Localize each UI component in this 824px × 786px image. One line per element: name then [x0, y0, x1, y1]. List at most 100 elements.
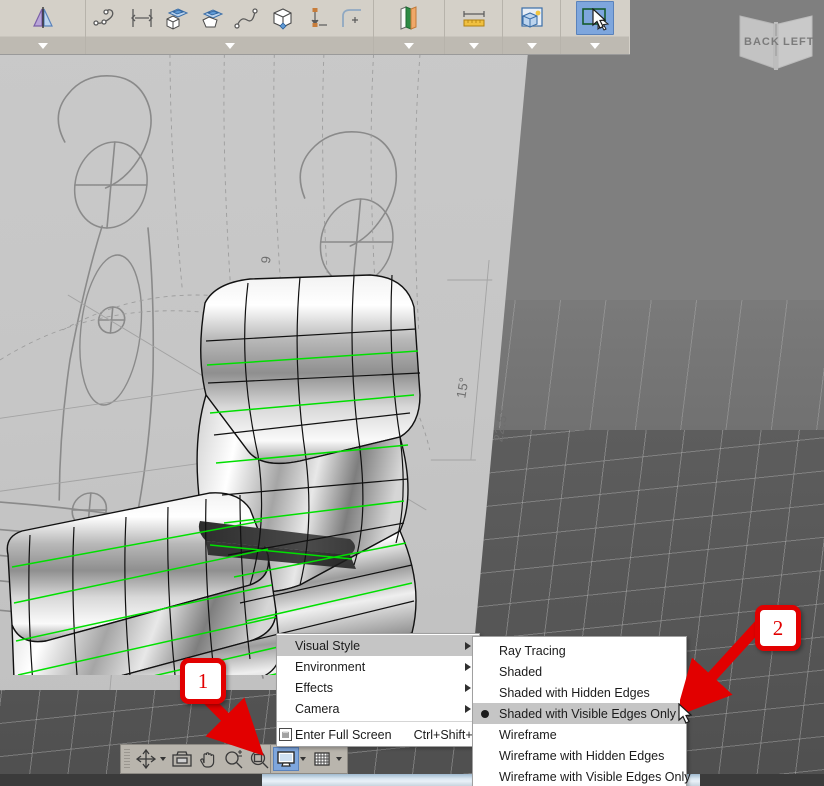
submenu-item-shaded-with-hidden-edges[interactable]: Shaded with Hidden Edges: [473, 682, 686, 703]
offset-icon: [303, 6, 331, 30]
chevron-down-icon[interactable]: [300, 757, 306, 761]
symmetry-flyout-arrow[interactable]: [0, 36, 85, 54]
measure-flyout-arrow[interactable]: [445, 36, 502, 54]
fillet-icon: [338, 6, 366, 30]
submenu-label: Ray Tracing: [499, 644, 566, 658]
zoom-button[interactable]: [221, 747, 247, 771]
chevron-down-icon[interactable]: [160, 757, 166, 761]
modeling-flyout-arrow[interactable]: [86, 36, 373, 54]
submenu-label: Wireframe: [499, 728, 557, 742]
submenu-item-ray-tracing[interactable]: Ray Tracing: [473, 640, 686, 661]
material-book-icon: [395, 5, 423, 31]
pan-button[interactable]: [195, 747, 221, 771]
submenu-arrow-icon: [465, 684, 471, 692]
dimension-tool-button[interactable]: [124, 1, 159, 35]
hand-icon: [198, 749, 218, 769]
submenu-label: Wireframe with Hidden Edges: [499, 749, 664, 763]
model-cantilever-chair[interactable]: [0, 255, 480, 675]
context-menu-label: Visual Style: [295, 639, 360, 653]
rotate-view-button[interactable]: [133, 747, 159, 771]
offset-tool-button[interactable]: [300, 1, 335, 35]
grid-button[interactable]: [309, 747, 335, 771]
menu-cursor-arrow: [678, 703, 694, 730]
fillet-tool-button[interactable]: [335, 1, 370, 35]
solid-point-tool-button[interactable]: [265, 1, 300, 35]
callout-1: 1: [180, 658, 226, 704]
context-menu-item-camera[interactable]: Camera: [277, 698, 479, 719]
solid-point-icon: [268, 6, 296, 30]
zoom-window-icon: [249, 749, 271, 769]
fullscreen-icon: ▤: [279, 728, 292, 741]
zoom-plus-minus-icon: [223, 749, 245, 769]
named-views-button[interactable]: [169, 747, 195, 771]
grid-icon: [312, 749, 332, 769]
viewcube-label-back: BACK: [744, 36, 780, 48]
material-tool-button[interactable]: [390, 1, 428, 35]
context-menu-shortcut: Ctrl+Shift+F: [392, 728, 481, 742]
sweep-tool-button[interactable]: [230, 1, 265, 35]
submenu-arrow-icon: [465, 705, 471, 713]
view-navigation-toolbar[interactable]: [120, 744, 277, 774]
dimension-icon: [128, 7, 156, 29]
toolbar-cursor-arrow: [592, 8, 608, 35]
submenu-label: Shaded with Hidden Edges: [499, 686, 650, 700]
context-menu-item-visual-style[interactable]: Visual Style: [277, 635, 479, 656]
chevron-down-icon: [225, 43, 235, 49]
render-icon: [517, 5, 547, 31]
viewcube-label-left: LEFT: [783, 36, 815, 48]
toolbar-group-render: [503, 0, 561, 54]
toolbar-group-symmetry: [0, 0, 86, 54]
symmetry-tool-button[interactable]: [24, 1, 62, 35]
sweep-icon: [233, 6, 261, 30]
chevron-down-icon[interactable]: [336, 757, 342, 761]
toolbar-group-materials: [374, 0, 445, 54]
submenu-arrow-icon: [465, 663, 471, 671]
submenu-item-shaded[interactable]: Shaded: [473, 661, 686, 682]
chevron-down-icon: [469, 43, 479, 49]
chevron-down-icon: [527, 43, 537, 49]
submenu-label: Shaded with Visible Edges Only: [499, 707, 676, 721]
context-menu-item-effects[interactable]: Effects: [277, 677, 479, 698]
context-menu-item-environment[interactable]: Environment: [277, 656, 479, 677]
viewport-bottom-edge: [0, 774, 824, 786]
boolean-union-icon: [163, 6, 191, 30]
monitor-icon: [275, 749, 297, 769]
submenu-item-wireframe-with-hidden-edges[interactable]: Wireframe with Hidden Edges: [473, 745, 686, 766]
context-menu-label: Effects: [295, 681, 333, 695]
display-toggle-toolbar[interactable]: [270, 744, 348, 774]
callout-2: 2: [755, 605, 801, 651]
main-toolbar[interactable]: [0, 0, 630, 55]
move-rotate-icon: [136, 749, 156, 769]
toolbar-group-measure: [445, 0, 503, 54]
callout-number: 1: [198, 669, 209, 694]
toolbar-group-modeling: [86, 0, 374, 54]
display-flyout-arrow[interactable]: [561, 36, 629, 54]
trim-tool-button[interactable]: [194, 1, 229, 35]
radio-selected-icon: [481, 710, 489, 718]
curve-tool-button[interactable]: [89, 1, 124, 35]
context-menu-item-enter-full-screen[interactable]: ▤ Enter Full Screen Ctrl+Shift+F: [277, 724, 479, 745]
display-mode-button[interactable]: [273, 747, 299, 771]
chevron-down-icon: [38, 43, 48, 49]
render-tool-button[interactable]: [513, 1, 551, 35]
trim-icon: [198, 6, 226, 30]
submenu-label: Wireframe with Visible Edges Only: [499, 770, 691, 784]
submenu-item-shaded-with-visible-edges-only[interactable]: Shaded with Visible Edges Only: [473, 703, 686, 724]
boolean-union-tool-button[interactable]: [159, 1, 194, 35]
submenu-item-wireframe[interactable]: Wireframe: [473, 724, 686, 745]
context-menu[interactable]: Visual Style Environment Effects Camera …: [276, 633, 480, 747]
visual-style-submenu[interactable]: Ray Tracing Shaded Shaded with Hidden Ed…: [472, 636, 687, 786]
context-menu-label: Camera: [295, 702, 339, 716]
curve-icon: [93, 7, 121, 29]
view-cube[interactable]: BACK LEFT: [734, 6, 818, 78]
camera-icon: [171, 749, 193, 769]
symmetry-icon: [30, 6, 56, 30]
menu-separator: [277, 721, 479, 722]
toolbar-grip[interactable]: [124, 749, 130, 769]
context-menu-label: Enter Full Screen: [295, 728, 392, 742]
submenu-item-wireframe-with-visible-edges-only[interactable]: Wireframe with Visible Edges Only: [473, 766, 686, 786]
render-flyout-arrow[interactable]: [503, 36, 560, 54]
materials-flyout-arrow[interactable]: [374, 36, 444, 54]
measure-tool-button[interactable]: [455, 1, 493, 35]
submenu-arrow-icon: [465, 642, 471, 650]
